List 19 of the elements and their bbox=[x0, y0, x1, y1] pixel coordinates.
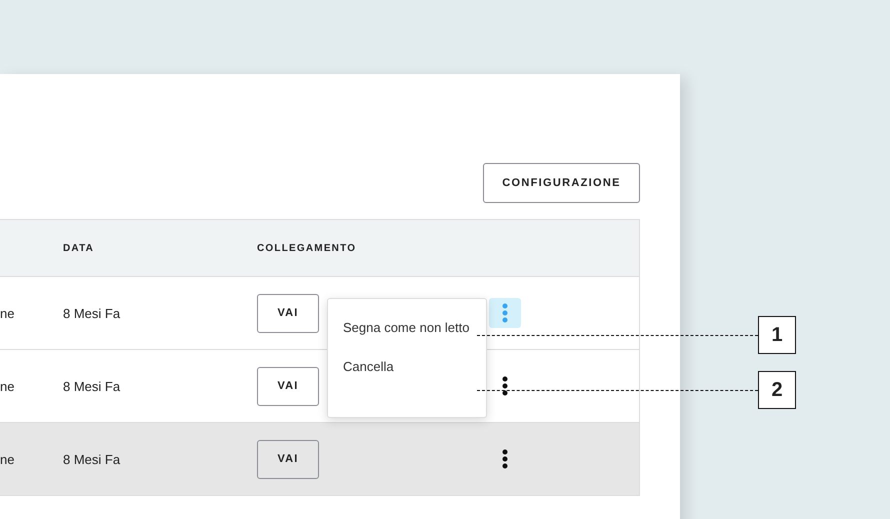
table-cell-text: ne bbox=[0, 378, 16, 394]
more-icon bbox=[502, 376, 508, 396]
table-cell-text: ne bbox=[0, 452, 16, 466]
go-button[interactable]: VAI bbox=[257, 440, 319, 478]
menu-item[interactable]: Cancella bbox=[343, 356, 471, 377]
column-header: DATA bbox=[63, 242, 96, 254]
go-button[interactable]: VAI bbox=[257, 366, 319, 406]
column-header: COLLEGAMENTO bbox=[257, 242, 358, 254]
date-cell-text: 8 Mesi Fa bbox=[63, 378, 122, 394]
more-icon bbox=[502, 449, 508, 469]
date-cell-text: 8 Mesi Fa bbox=[63, 306, 122, 320]
callout-number: 1 bbox=[758, 316, 796, 354]
table-cell-text: ne bbox=[0, 306, 16, 320]
callout-number: 2 bbox=[758, 371, 796, 409]
more-icon bbox=[502, 303, 508, 323]
configuration-button[interactable]: CONFIGURAZIONE bbox=[483, 163, 640, 203]
menu-item[interactable]: Segna come non letto bbox=[343, 317, 471, 338]
date-cell-text: 8 Mesi Fa bbox=[63, 452, 122, 466]
go-button[interactable]: VAI bbox=[257, 294, 319, 332]
